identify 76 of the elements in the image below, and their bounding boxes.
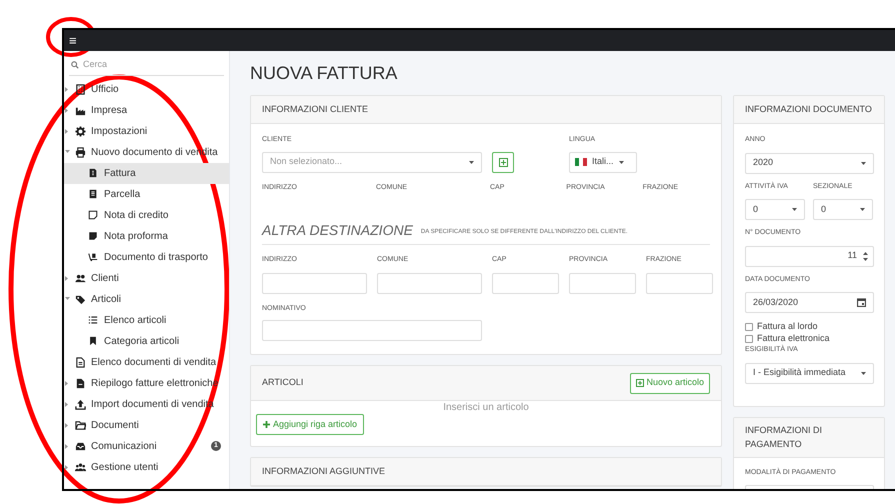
language-select[interactable]: Itali... bbox=[569, 152, 637, 172]
caret-down-icon bbox=[469, 160, 474, 164]
input-field[interactable] bbox=[262, 320, 482, 341]
empty-message: Inserisci un articolo bbox=[442, 401, 530, 414]
search-icon bbox=[71, 60, 79, 69]
calendar-icon bbox=[857, 298, 866, 307]
checkbox[interactable] bbox=[745, 335, 753, 343]
input-field[interactable] bbox=[377, 273, 482, 294]
card-title: INFORMAZIONI AGGIUNTIVE bbox=[262, 464, 386, 478]
list-icon bbox=[88, 315, 98, 325]
receipt-icon bbox=[88, 189, 98, 199]
caret-down-icon bbox=[860, 208, 865, 211]
card-title: INFORMAZIONI DOCUMENTO bbox=[745, 102, 872, 116]
number-field[interactable]: 11 bbox=[745, 246, 874, 266]
input-field[interactable] bbox=[492, 273, 559, 294]
caret-down-icon bbox=[861, 162, 866, 164]
upload-icon bbox=[75, 398, 86, 410]
search-field[interactable]: Cerca bbox=[82, 58, 222, 72]
sidebar-item[interactable]: Nota di credito bbox=[64, 204, 229, 226]
select-field[interactable]: I - Esigibilità immediata bbox=[745, 362, 874, 384]
flag-icon bbox=[575, 158, 587, 166]
checkbox-label: Fattura elettronica bbox=[757, 332, 830, 344]
file-icon bbox=[75, 378, 86, 388]
input-field[interactable] bbox=[262, 273, 367, 294]
sidebar-item[interactable]: Nota proforma bbox=[64, 226, 229, 246]
sidebar-item[interactable]: Gestione utenti bbox=[64, 456, 229, 478]
note-icon bbox=[88, 210, 98, 220]
sidebar-item[interactable]: Documento di trasporto bbox=[64, 246, 229, 268]
gear-icon bbox=[75, 126, 86, 136]
printer-icon bbox=[75, 146, 86, 158]
input-field[interactable] bbox=[569, 273, 636, 294]
select-field[interactable]: 0 bbox=[813, 199, 873, 220]
card-title: INFORMAZIONI DI PAGAMENTO bbox=[745, 424, 823, 451]
users-icon bbox=[75, 272, 86, 284]
card-title: INFORMAZIONI CLIENTE bbox=[262, 102, 368, 116]
note-icon bbox=[88, 231, 98, 241]
caret-down-icon bbox=[792, 208, 797, 211]
bookmark-icon bbox=[88, 336, 98, 346]
building-icon bbox=[75, 84, 86, 94]
menu-button[interactable]: ≡ bbox=[68, 34, 78, 47]
checkbox-label: Fattura al lordo bbox=[757, 320, 818, 334]
sidebar-item[interactable]: Impostazioni bbox=[64, 120, 229, 142]
sidebar-item[interactable]: Documenti bbox=[64, 414, 229, 436]
folder-icon bbox=[75, 420, 86, 430]
invoice-icon bbox=[88, 168, 98, 178]
section-heading: ALTRA DESTINAZIONE bbox=[262, 223, 413, 237]
sidebar-item[interactable]: Parcella bbox=[64, 184, 229, 204]
checkbox[interactable] bbox=[745, 323, 753, 331]
document-icon bbox=[75, 356, 86, 368]
sidebar-item[interactable]: Elenco articoli bbox=[64, 310, 229, 330]
plus-icon bbox=[263, 421, 270, 428]
page-title: NUOVA FATTURA bbox=[250, 64, 398, 82]
caret-down-icon bbox=[618, 160, 624, 164]
sidebar-item[interactable]: Categoria articoli bbox=[64, 330, 229, 352]
users-icon bbox=[75, 462, 86, 472]
select-field[interactable]: 2020 bbox=[745, 152, 874, 174]
add-row-button[interactable]: Aggiungi riga articolo bbox=[256, 414, 364, 435]
plus-square-icon bbox=[636, 379, 644, 387]
sidebar-item[interactable]: Ufficio bbox=[64, 78, 229, 100]
dolly-icon bbox=[88, 252, 98, 262]
input-field[interactable] bbox=[646, 273, 713, 294]
sidebar-item[interactable]: Impresa bbox=[64, 100, 229, 120]
spinner-icon bbox=[863, 252, 868, 260]
plus-square-icon bbox=[498, 158, 508, 166]
tags-icon bbox=[75, 294, 86, 304]
add-button[interactable] bbox=[492, 152, 514, 172]
new-item-button[interactable]: Nuovo articolo bbox=[630, 372, 710, 394]
select-field[interactable]: 0 bbox=[745, 199, 805, 220]
inbox-icon bbox=[75, 440, 86, 452]
sidebar-item[interactable]: Articoli bbox=[64, 288, 229, 310]
sidebar-item[interactable]: Elenco documenti di vendita bbox=[64, 352, 229, 372]
date-field[interactable]: 26/03/2020 bbox=[745, 292, 874, 313]
sidebar-item[interactable]: Clienti bbox=[64, 268, 229, 288]
caret-down-icon bbox=[861, 372, 866, 374]
card-title: ARTICOLI bbox=[262, 376, 304, 390]
sidebar-item[interactable]: Fattura bbox=[64, 162, 229, 184]
